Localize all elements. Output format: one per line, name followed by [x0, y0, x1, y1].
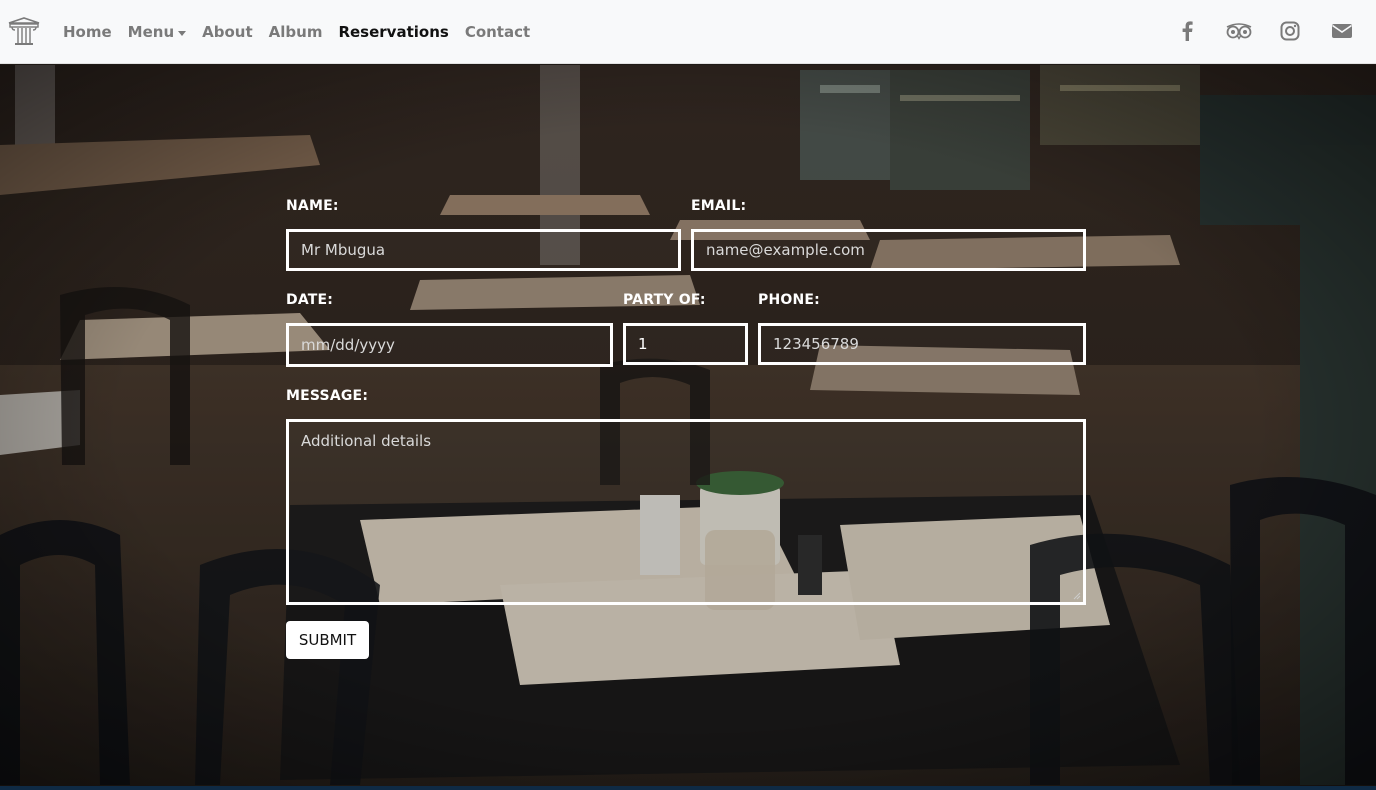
party-label: PARTY OF: [623, 292, 706, 308]
resize-handle-icon[interactable] [1073, 592, 1081, 600]
submit-button[interactable]: SUBMIT [286, 621, 369, 659]
email-label: EMAIL: [691, 198, 747, 214]
message-textarea[interactable]: Additional details [286, 419, 1086, 605]
party-size-input[interactable]: 1 [623, 323, 748, 365]
date-label: DATE: [286, 292, 334, 308]
phone-label: PHONE: [758, 292, 820, 308]
message-placeholder: Additional details [301, 432, 432, 450]
phone-input[interactable]: 123456789 [758, 323, 1086, 365]
email-input[interactable]: name@example.com [691, 229, 1086, 271]
name-label: NAME: [286, 198, 339, 214]
date-input[interactable]: mm/dd/yyyy [286, 323, 613, 367]
reservation-form: NAME: Mr Mbugua EMAIL: name@example.com … [0, 0, 1376, 790]
message-label: MESSAGE: [286, 388, 369, 404]
name-input[interactable]: Mr Mbugua [286, 229, 681, 271]
